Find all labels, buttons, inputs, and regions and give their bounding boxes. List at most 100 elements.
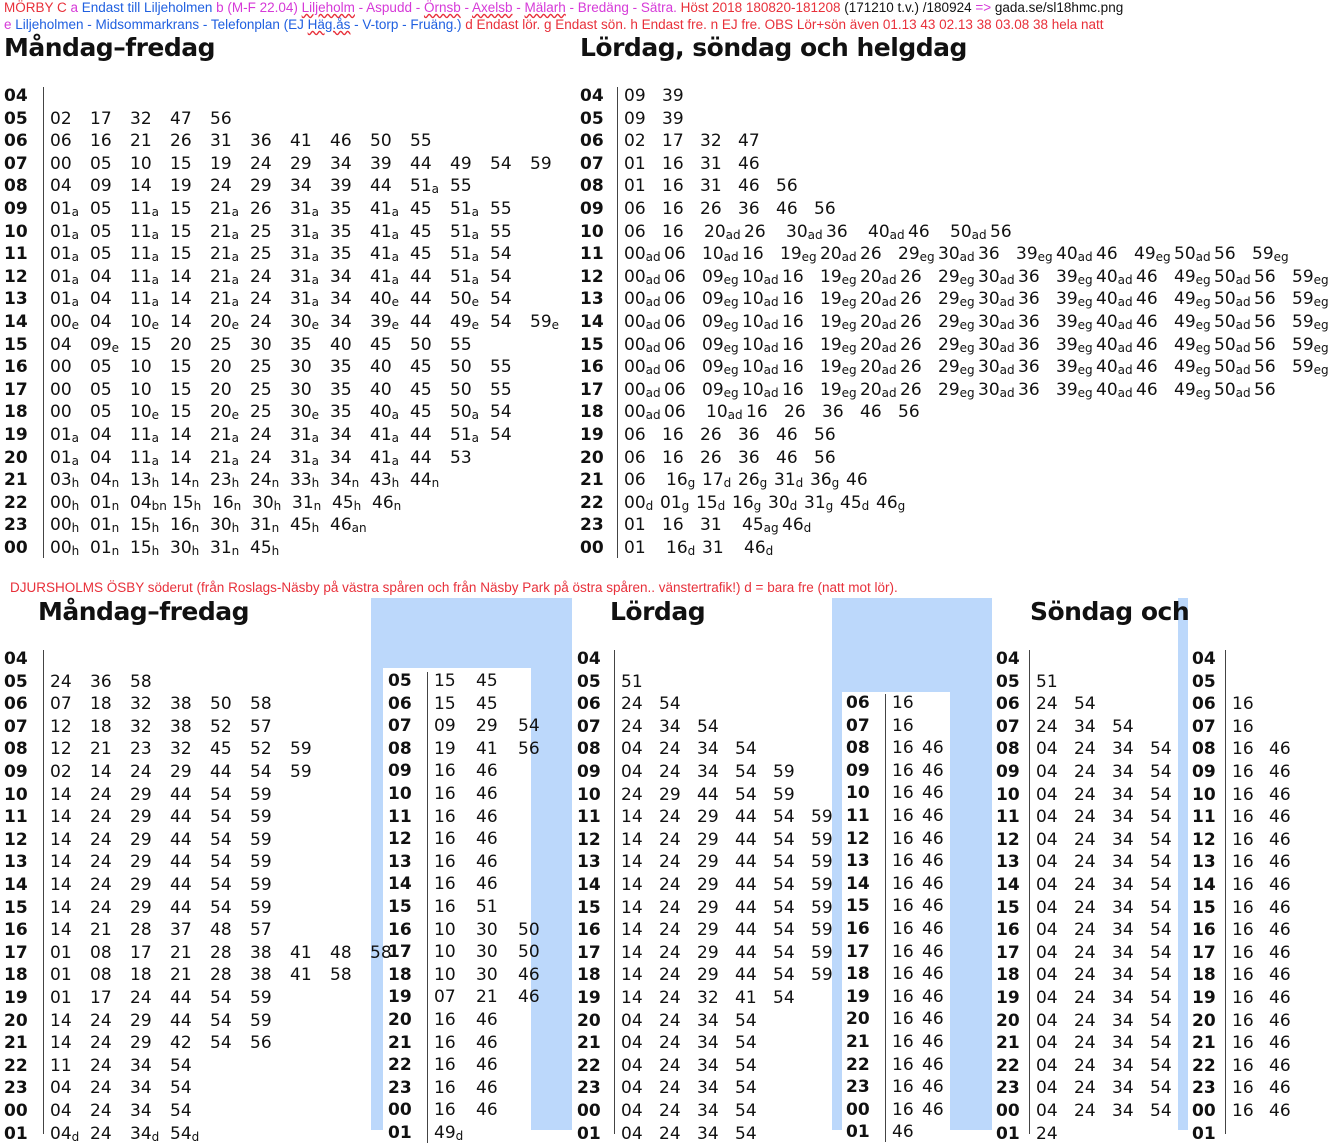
departure-minute: 20 <box>210 379 232 400</box>
departure-minute: 54 <box>735 1078 757 1099</box>
hour-label: 00 <box>4 1101 28 1121</box>
departure-minute: 24 <box>659 897 681 918</box>
header-segment: a <box>66 0 82 15</box>
departure-minute: 46 <box>1269 1055 1291 1076</box>
departure-minute: 40ad <box>1096 266 1133 287</box>
departure-minute: 29 <box>290 153 312 174</box>
departure-minute: 14 <box>621 829 643 850</box>
departure-minute: 24 <box>659 1055 681 1076</box>
departure-minute: 24 <box>1074 1033 1096 1054</box>
departure-minute: 29 <box>697 829 719 850</box>
departure-minute: 56 <box>814 425 836 445</box>
departure-minute: 16 <box>892 1009 914 1030</box>
header-segment: - Bredäng - Sätra. <box>565 0 677 15</box>
departure-minute: 59 <box>250 784 272 805</box>
departure-minute: 46 <box>476 1077 498 1098</box>
departure-minute: 29eg <box>938 334 975 355</box>
blue-panel-sunday <box>1178 598 1188 1130</box>
departure-minute: 35 <box>290 334 312 355</box>
departure-minute: 46 <box>922 941 944 962</box>
weekend-title-top: Lördag, söndag och helgdag <box>580 33 967 62</box>
departure-minute: 26 <box>170 131 192 152</box>
departure-minute: 39eg <box>1056 289 1093 310</box>
departure-minute: 59 <box>290 739 312 760</box>
departure-minute: 28 <box>130 920 152 941</box>
departure-minute: 09 <box>624 86 646 106</box>
departure-minute: 14 <box>170 289 192 310</box>
departure-minute: 14 <box>621 965 643 986</box>
departure-minute: 01 <box>50 942 72 963</box>
departure-minute: 46 <box>476 851 498 872</box>
departure-minute: 16 <box>892 964 914 985</box>
hour-separator <box>427 672 428 1143</box>
departure-minute: 59 <box>811 965 833 986</box>
departure-minute: 50ad <box>1214 379 1251 400</box>
departure-minute: 54 <box>697 716 719 737</box>
departure-minute: 34 <box>697 1123 719 1144</box>
departure-minute: 30ad <box>786 221 823 242</box>
departure-minute: 44 <box>410 266 432 287</box>
departure-minute: 06 <box>624 447 646 468</box>
departure-minute: 41 <box>290 965 312 986</box>
departure-minute: 41 <box>290 131 312 152</box>
departure-minute: 06 <box>664 312 686 332</box>
departure-minute: 10ad <box>742 266 779 287</box>
hour-label: 04 <box>4 86 28 106</box>
departure-minute: 21a <box>210 221 239 242</box>
departure-minute: 45 <box>476 693 498 714</box>
departure-minute: 59eg <box>1252 244 1289 265</box>
departure-minute: 29 <box>250 176 272 197</box>
departure-minute: 46 <box>922 896 944 917</box>
departure-minute: 06 <box>624 470 646 491</box>
hour-label: 09 <box>996 762 1020 782</box>
departure-minute: 24 <box>1074 784 1096 805</box>
departure-minute: 46 <box>738 153 760 174</box>
hour-label: 04 <box>1192 649 1216 669</box>
hour-label: 11 <box>4 807 28 828</box>
departure-minute: 04 <box>1036 1078 1058 1099</box>
departure-minute: 20ad <box>860 334 897 355</box>
departure-minute: 59 <box>250 852 272 873</box>
departure-minute: 21 <box>476 987 498 1008</box>
departure-minute: 59 <box>811 852 833 873</box>
departure-minute: 30 <box>290 357 312 378</box>
departure-minute: 54 <box>735 784 757 805</box>
departure-minute: 31a <box>290 244 319 265</box>
departure-minute: 46 <box>1136 357 1158 378</box>
departure-minute: 46 <box>476 829 498 850</box>
departure-minute: 46 <box>476 761 498 782</box>
departure-minute: 00ad <box>624 289 661 310</box>
departure-minute: 31a <box>290 289 319 310</box>
departure-minute: 24 <box>659 739 681 760</box>
departure-minute: 46 <box>476 1100 498 1121</box>
departure-minute: 59 <box>250 1010 272 1031</box>
departure-minute: 30ad <box>938 244 975 265</box>
departure-minute: 04 <box>1036 1033 1058 1054</box>
departure-minute: 16 <box>434 806 456 827</box>
departure-minute: 18 <box>130 965 152 986</box>
hour-label: 13 <box>4 289 28 310</box>
departure-minute: 41a <box>370 221 399 242</box>
departure-minute: 24 <box>659 1101 681 1121</box>
departure-minute: 37 <box>170 920 192 941</box>
departure-minute: 16 <box>782 312 804 332</box>
departure-minute: 24 <box>250 266 272 287</box>
departure-minute: 15 <box>170 199 192 219</box>
departure-minute: 19eg <box>820 357 857 378</box>
departure-minute: 24 <box>659 829 681 850</box>
hour-label: 04 <box>580 86 604 106</box>
departure-minute: 52 <box>210 716 232 737</box>
departure-minute: 16 <box>1232 1101 1254 1121</box>
departure-minute: 05 <box>90 153 112 174</box>
departure-minute: 50ad <box>1214 266 1251 287</box>
departure-minute: 59 <box>811 897 833 918</box>
hour-label: 14 <box>4 875 28 895</box>
departure-minute: 14 <box>621 807 643 828</box>
departure-minute: 40a <box>370 402 399 423</box>
departure-minute: 29eg <box>938 266 975 287</box>
departure-minute: 09eg <box>702 357 739 378</box>
departure-minute: 24 <box>130 988 152 1008</box>
departure-minute: 29eg <box>938 379 975 400</box>
departure-minute: 20ad <box>820 244 857 265</box>
departure-minute: 40ad <box>1096 357 1133 378</box>
